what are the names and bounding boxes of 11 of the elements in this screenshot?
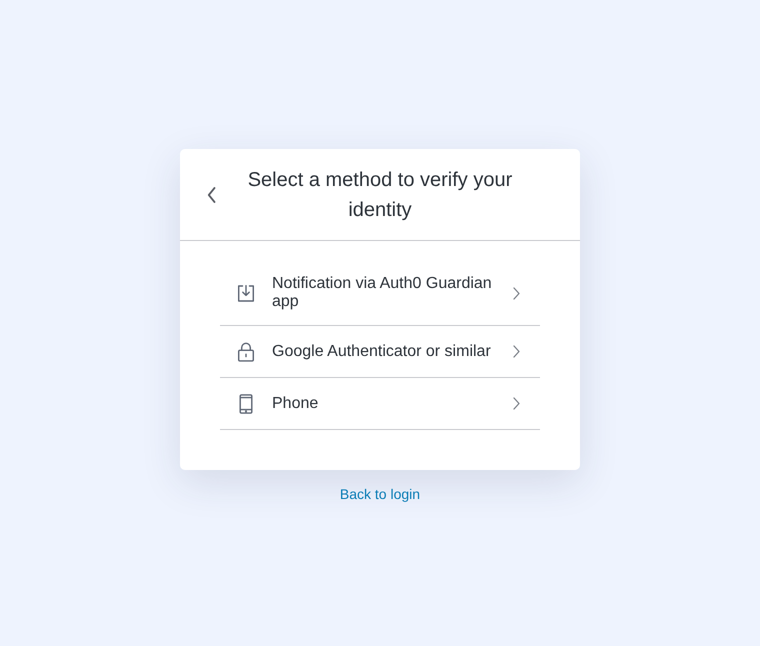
download-icon <box>236 283 256 303</box>
method-option[interactable]: Phone <box>220 378 540 430</box>
chevron-right-icon <box>513 345 520 358</box>
back-to-login-link[interactable]: Back to login <box>340 486 420 502</box>
page-title: Select a method to verify your identity <box>246 168 514 222</box>
lock-icon <box>236 342 256 362</box>
chevron-left-icon <box>207 186 217 204</box>
method-option[interactable]: Notification via Auth0 Guardian app <box>220 261 540 326</box>
chevron-right-icon <box>513 397 520 410</box>
method-option[interactable]: Google Authenticator or similar <box>220 326 540 378</box>
chevron-right-icon <box>513 286 520 300</box>
